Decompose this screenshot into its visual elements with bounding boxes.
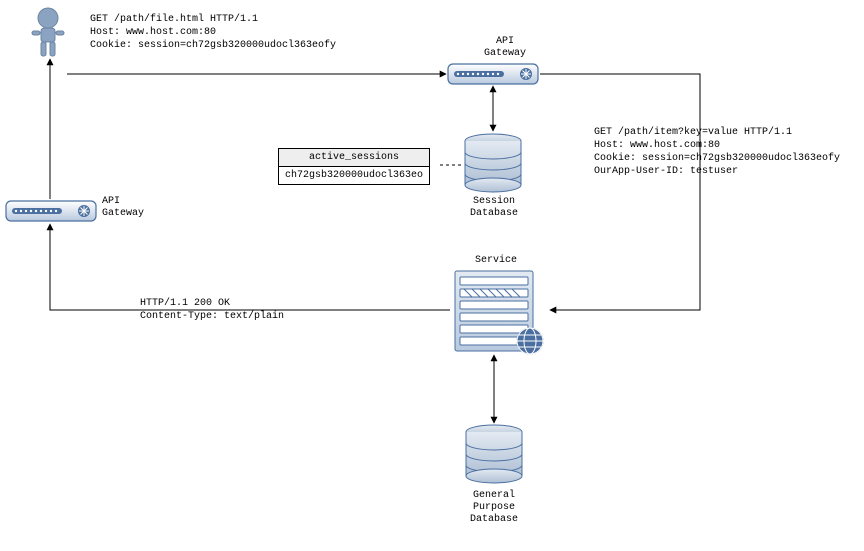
user-icon xyxy=(32,8,64,56)
gateway-router-left xyxy=(6,201,96,221)
response-text: HTTP/1.1 200 OK Content-Type: text/plain xyxy=(140,297,284,323)
general-db-label: General Purpose Database xyxy=(462,490,526,526)
table-header: active_sessions xyxy=(279,149,430,167)
gateway-top-label: API Gateway xyxy=(475,36,535,60)
arrow-gateway-to-service xyxy=(540,74,700,310)
request1-text: GET /path/file.html HTTP/1.1 Host: www.h… xyxy=(90,13,336,52)
diagram-canvas xyxy=(0,0,864,551)
service-label: Service xyxy=(466,255,526,267)
request2-text: GET /path/item?key=value HTTP/1.1 Host: … xyxy=(594,126,840,178)
table-row: ch72gsb320000udocl363eo xyxy=(279,167,430,185)
session-db-label: Session Database xyxy=(462,196,526,220)
service-icon xyxy=(455,271,543,354)
session-database-icon xyxy=(465,134,521,192)
gateway-router-top xyxy=(448,64,538,84)
active-sessions-table: active_sessions ch72gsb320000udocl363eo xyxy=(278,148,430,185)
general-database-icon xyxy=(466,425,522,483)
gateway-left-label: API Gateway xyxy=(102,196,162,220)
